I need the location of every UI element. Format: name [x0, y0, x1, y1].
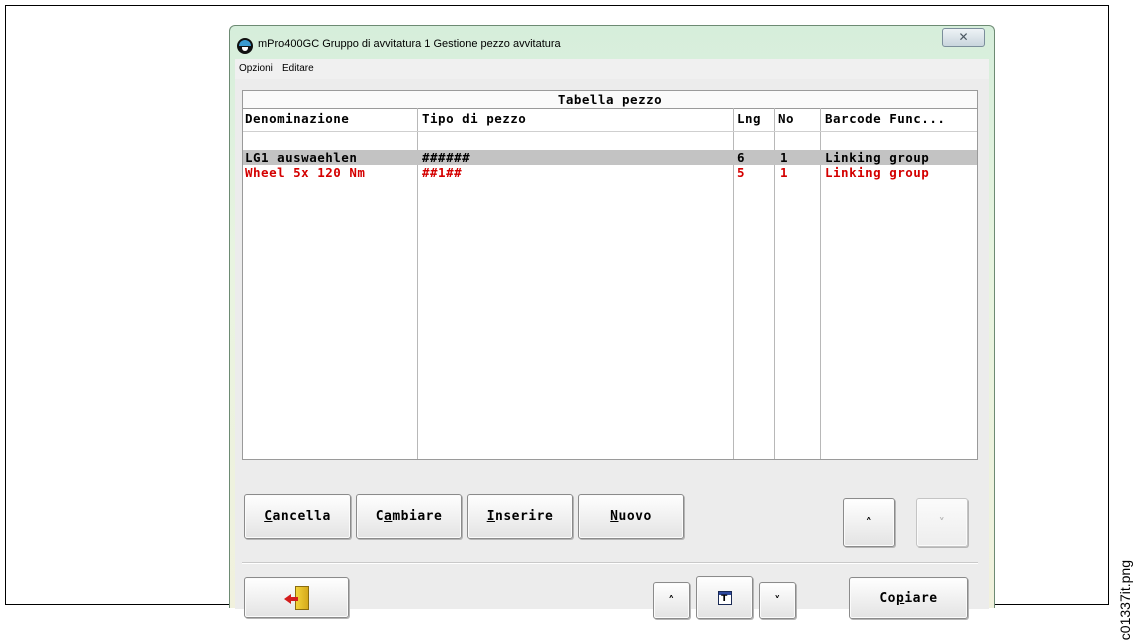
button-label-part: nserire: [495, 509, 554, 524]
parts-table: Tabella pezzo Denominazione Tipo di pezz…: [242, 90, 978, 460]
chevron-down-icon: ˅: [938, 515, 946, 530]
button-label-part: Co: [879, 590, 896, 606]
chevron-down-icon: ˅: [774, 593, 781, 608]
col-header-no[interactable]: No: [778, 111, 794, 126]
nuovo-button[interactable]: Nuovo: [578, 494, 684, 539]
cell-type: ##1##: [422, 165, 463, 180]
col-header-lng[interactable]: Lng: [737, 111, 761, 126]
col-header-tipo[interactable]: Tipo di pezzo: [422, 111, 526, 126]
header-separator: [243, 131, 977, 132]
table-row[interactable]: LG1 auswaehlen ###### 6 1 Linking group: [243, 150, 977, 165]
nav-down-button[interactable]: ˅: [759, 582, 796, 619]
figure-filename-text: c01337it.png: [1117, 560, 1133, 640]
cancella-button[interactable]: Cancella: [244, 494, 351, 539]
chevron-up-icon: ˄: [865, 515, 873, 530]
cell-name: LG1 auswaehlen: [245, 150, 358, 165]
menu-bar: Opzioni Editare: [235, 59, 989, 80]
button-label-part: ancella: [272, 509, 331, 524]
cell-type: ######: [422, 150, 471, 165]
inserire-button[interactable]: Inserire: [467, 494, 573, 539]
app-window: mPro400GC Gruppo di avvitatura 1 Gestion…: [229, 25, 995, 619]
button-label-mnemonic: p: [896, 590, 905, 606]
scroll-down-button[interactable]: ˅: [916, 498, 968, 547]
title-bar: mPro400GC Gruppo di avvitatura 1 Gestion…: [230, 26, 994, 60]
table-title: Tabella pezzo: [243, 91, 977, 109]
divider: [242, 562, 978, 564]
button-label-part: uovo: [618, 509, 652, 524]
table-row[interactable]: Wheel 5x 120 Nm ##1## 5 1 Linking group: [243, 165, 977, 180]
menu-opzioni[interactable]: Opzioni: [239, 63, 273, 74]
button-label-mnemonic: C: [264, 509, 273, 524]
menu-editare[interactable]: Editare: [282, 63, 314, 74]
exit-button[interactable]: [244, 577, 349, 618]
button-label-part: iare: [904, 590, 938, 606]
button-label-part: C: [375, 509, 385, 524]
cell-no: 1: [780, 165, 789, 180]
t-icon-letter: T: [721, 593, 728, 604]
cambiare-button[interactable]: Ca mbiare: [356, 494, 462, 539]
chevron-up-icon: ˄: [668, 593, 675, 608]
figure-filename-label: c01337it.png: [1117, 560, 1139, 640]
col-header-barcode[interactable]: Barcode Func...: [825, 111, 945, 126]
cell-barcode: Linking group: [825, 150, 930, 165]
app-logo-icon: [237, 38, 253, 54]
button-label-part: mbiare: [392, 509, 443, 524]
cell-no: 1: [780, 150, 789, 165]
cell-name: Wheel 5x 120 Nm: [245, 165, 366, 180]
scroll-up-button[interactable]: ˄: [843, 498, 895, 547]
close-button[interactable]: ✕: [942, 28, 985, 47]
button-label-mnemonic: a: [384, 509, 393, 524]
arrow-tail-shape: [289, 596, 298, 601]
table-view-button[interactable]: T: [696, 576, 753, 619]
cell-lng: 5: [737, 165, 746, 180]
button-label-mnemonic: N: [610, 509, 619, 524]
nav-up-button[interactable]: ˄: [653, 582, 690, 619]
client-area: Tabella pezzo Denominazione Tipo di pezz…: [235, 79, 989, 619]
table-t-icon: T: [717, 590, 732, 605]
window-title: mPro400GC Gruppo di avvitatura 1 Gestion…: [258, 38, 561, 50]
copiare-button[interactable]: Co p iare: [849, 577, 968, 619]
button-label-mnemonic: I: [486, 509, 496, 524]
cell-lng: 6: [737, 150, 746, 165]
col-header-denominazione[interactable]: Denominazione: [245, 111, 349, 126]
exit-door-icon: [283, 585, 311, 611]
cell-barcode: Linking group: [825, 165, 930, 180]
